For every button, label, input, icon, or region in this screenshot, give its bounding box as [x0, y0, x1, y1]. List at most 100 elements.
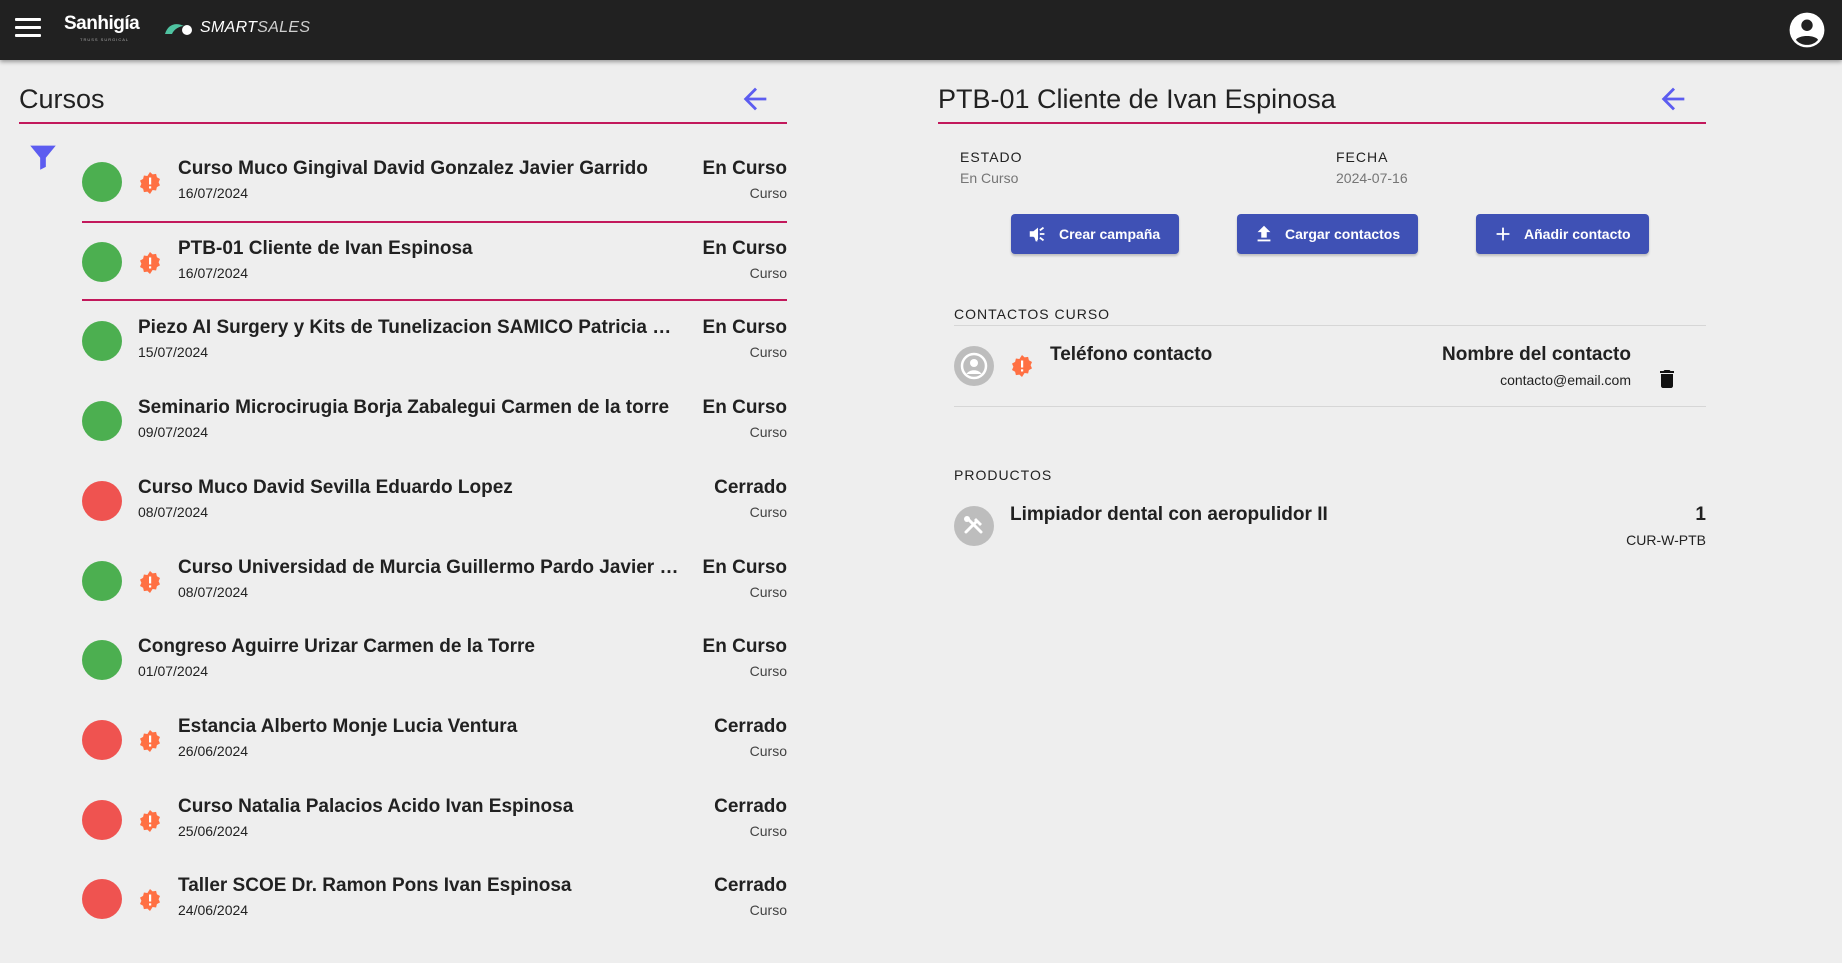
- product-tools-icon: [954, 506, 994, 546]
- course-list-item[interactable]: Curso Natalia Palacios Acido Ivan Espino…: [82, 781, 787, 857]
- course-warning-icon: [140, 730, 160, 752]
- crear-campana-button[interactable]: Crear campaña: [1011, 214, 1179, 254]
- course-type: Curso: [749, 265, 787, 281]
- course-status-dot: [82, 800, 122, 840]
- course-status: En Curso: [702, 397, 787, 418]
- course-list-item[interactable]: Curso Muco Gingival David Gonzalez Javie…: [82, 143, 787, 219]
- course-title: Congreso Aguirre Urizar Carmen de la Tor…: [138, 636, 535, 657]
- course-list-item[interactable]: PTB-01 Cliente de Ivan Espinosa 16/07/202…: [82, 221, 787, 301]
- course-date: 24/06/2024: [178, 902, 249, 918]
- course-type: Curso: [749, 902, 787, 918]
- course-date: 25/06/2024: [178, 823, 249, 839]
- course-date: 16/07/2024: [178, 265, 249, 281]
- course-date: 08/07/2024: [138, 504, 209, 520]
- app-name-bold: SMART: [200, 19, 258, 36]
- brand-tagline: TRUSS SURGICAL: [80, 37, 130, 42]
- course-list-item[interactable]: Curso Muco David Sevilla Eduardo Lopez 08…: [82, 462, 787, 538]
- course-date: 01/07/2024: [138, 663, 209, 679]
- menu-icon[interactable]: [15, 18, 41, 42]
- course-list-item[interactable]: Piezo AI Surgery y Kits de Tunelizacion …: [82, 302, 787, 378]
- fecha-label: FECHA: [1336, 149, 1389, 165]
- course-status: En Curso: [702, 636, 787, 657]
- course-status-dot: [82, 162, 122, 202]
- contact-avatar-icon: [954, 346, 994, 386]
- left-back-arrow-icon[interactable]: [738, 82, 772, 116]
- course-status: Cerrado: [714, 477, 787, 498]
- crear-campana-label: Crear campaña: [1059, 226, 1161, 242]
- course-title: Estancia Alberto Monje Lucia Ventura: [178, 716, 518, 737]
- app-name-light: SALES: [257, 19, 311, 36]
- course-date: 26/06/2024: [178, 743, 249, 759]
- contact-warning-icon: [1012, 355, 1032, 377]
- course-type: Curso: [749, 823, 787, 839]
- course-warning-icon: [140, 252, 160, 274]
- productos-section-label: PRODUCTOS: [954, 467, 1053, 483]
- contact-email: contacto@email.com: [1500, 372, 1631, 388]
- detail-title: PTB-01 Cliente de Ivan Espinosa: [938, 84, 1336, 114]
- course-type: Curso: [749, 185, 787, 201]
- product-name: Limpiador dental con aeropulidor II: [1010, 504, 1328, 525]
- course-warning-icon: [140, 172, 160, 194]
- cargar-contactos-button[interactable]: Cargar contactos: [1237, 214, 1418, 254]
- course-status: En Curso: [702, 557, 787, 578]
- course-title: Curso Natalia Palacios Acido Ivan Espino…: [178, 796, 574, 817]
- course-title: Taller SCOE Dr. Ramon Pons Ivan Espinosa: [178, 875, 572, 896]
- course-status-dot: [82, 242, 122, 282]
- contactos-divider: [954, 325, 1706, 326]
- course-warning-icon: [140, 571, 160, 593]
- course-status-dot: [82, 720, 122, 760]
- delete-contact-icon[interactable]: [1655, 366, 1679, 392]
- course-status: Cerrado: [714, 796, 787, 817]
- course-date: 08/07/2024: [178, 584, 249, 600]
- course-title: Curso Muco Gingival David Gonzalez Javie…: [178, 158, 648, 179]
- contact-row-divider: [954, 406, 1706, 407]
- megaphone-icon: [1029, 226, 1045, 242]
- course-list-item[interactable]: Estancia Alberto Monje Lucia Ventura 26/0…: [82, 701, 787, 777]
- course-type: Curso: [749, 584, 787, 600]
- course-title: Seminario Microcirugia Borja Zabalegui C…: [138, 397, 670, 418]
- course-list-item[interactable]: Congreso Aguirre Urizar Carmen de la Tor…: [82, 621, 787, 697]
- course-type: Curso: [749, 663, 787, 679]
- contact-phone: Teléfono contacto: [1050, 344, 1213, 365]
- course-status-dot: [82, 640, 122, 680]
- course-status: Cerrado: [714, 716, 787, 737]
- course-date: 16/07/2024: [178, 185, 249, 201]
- brand-logo: Sanhigía: [64, 13, 140, 34]
- course-date: 15/07/2024: [138, 344, 209, 360]
- course-type: Curso: [749, 344, 787, 360]
- courses-title-underline: [19, 122, 787, 124]
- estado-value: En Curso: [960, 170, 1019, 186]
- top-app-bar: Sanhigía TRUSS SURGICAL SMARTSALES: [0, 0, 1842, 60]
- course-type: Curso: [749, 504, 787, 520]
- right-back-arrow-icon[interactable]: [1656, 82, 1690, 116]
- upload-icon: [1257, 225, 1271, 242]
- course-date: 09/07/2024: [138, 424, 209, 440]
- course-warning-icon: [140, 810, 160, 832]
- cargar-contactos-label: Cargar contactos: [1285, 226, 1401, 242]
- course-title: Piezo AI Surgery y Kits de Tunelizacion …: [138, 317, 682, 338]
- product-quantity: 1: [1695, 504, 1706, 525]
- course-list-item[interactable]: Taller SCOE Dr. Ramon Pons Ivan Espinosa…: [82, 860, 787, 936]
- course-status: En Curso: [702, 158, 787, 179]
- estado-label: ESTADO: [960, 149, 1023, 165]
- filter-icon[interactable]: [26, 140, 60, 174]
- course-title: Curso Muco David Sevilla Eduardo Lopez: [138, 477, 513, 498]
- courses-title: Cursos: [19, 84, 105, 114]
- course-status-dot: [82, 481, 122, 521]
- plus-icon: [1496, 227, 1510, 241]
- detail-title-underline: [938, 122, 1706, 124]
- course-status-dot: [82, 561, 122, 601]
- course-warning-icon: [140, 889, 160, 911]
- course-status: Cerrado: [714, 875, 787, 896]
- anadir-contacto-button[interactable]: Añadir contacto: [1476, 214, 1649, 254]
- contact-name: Nombre del contacto: [1442, 344, 1631, 365]
- account-circle-icon[interactable]: [1788, 11, 1826, 49]
- course-type: Curso: [749, 743, 787, 759]
- course-status-dot: [82, 879, 122, 919]
- fecha-value: 2024-07-16: [1336, 170, 1408, 186]
- course-list-item[interactable]: Seminario Microcirugia Borja Zabalegui C…: [82, 382, 787, 458]
- course-type: Curso: [749, 424, 787, 440]
- course-status-dot: [82, 401, 122, 441]
- course-list-item[interactable]: Curso Universidad de Murcia Guillermo Pa…: [82, 542, 787, 618]
- course-title: Curso Universidad de Murcia Guillermo Pa…: [178, 557, 682, 578]
